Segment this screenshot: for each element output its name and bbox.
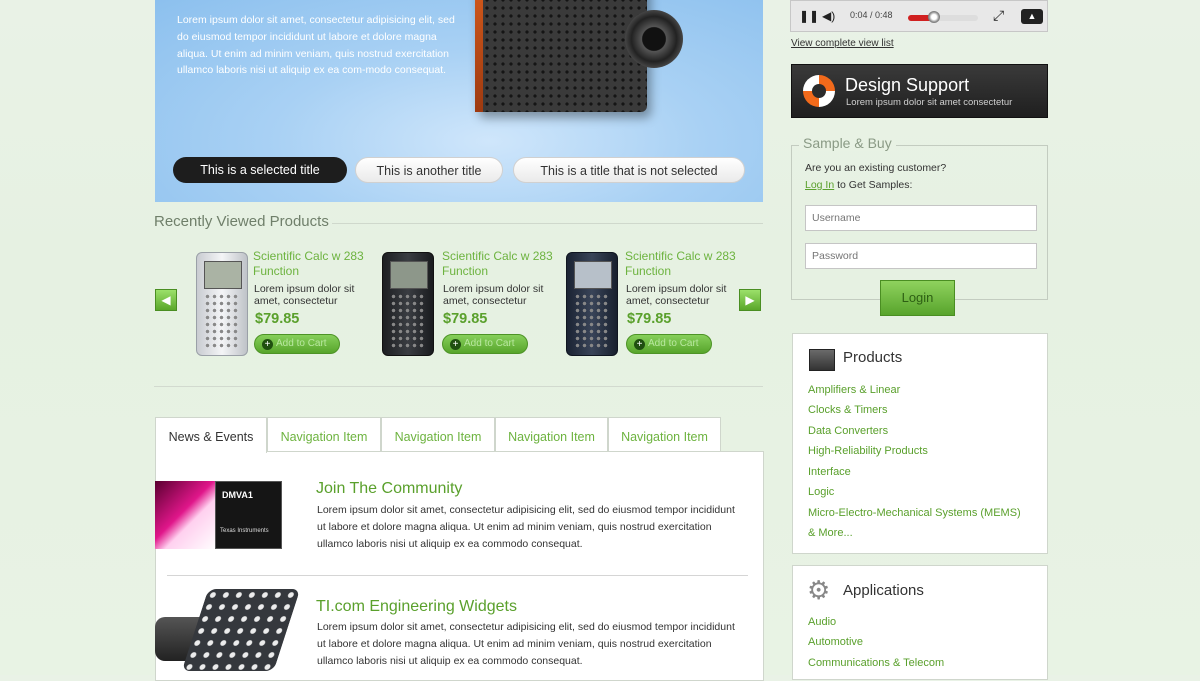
products-link[interactable]: Logic [808, 486, 834, 498]
applications-link[interactable]: Audio [808, 616, 836, 628]
divider [332, 223, 763, 224]
applications-card: ⚙ Applications Audio Automotive Communic… [792, 565, 1048, 680]
product-lens [625, 10, 683, 68]
products-link[interactable]: Interface [808, 466, 851, 478]
add-to-cart-label: Add to Cart [648, 338, 699, 349]
eject-icon[interactable]: ▲ [1021, 9, 1043, 24]
design-support-title: Design Support [845, 75, 970, 95]
products-link[interactable]: Data Converters [808, 425, 888, 437]
hero-tab-3[interactable]: This is a title that is not selected [513, 157, 745, 183]
product-description: Lorem ipsum dolor sit amet, consectetur [443, 283, 544, 307]
tab-navigation-item[interactable]: Navigation Item [495, 417, 608, 452]
lifebuoy-icon [803, 75, 835, 107]
recently-viewed-title: Recently Viewed Products [154, 213, 329, 230]
volume-icon[interactable]: ◀) [822, 9, 835, 23]
calc-keys [204, 293, 240, 349]
login-button[interactable]: Login [880, 280, 955, 316]
carousel-prev-button[interactable]: ◀ [155, 289, 177, 311]
section-divider [154, 386, 763, 387]
login-link[interactable]: Log In [805, 179, 834, 191]
pause-icon[interactable]: ❚❚ [799, 9, 819, 23]
chip-graphic: DMVA1 Texas Instruments [215, 481, 282, 549]
player-time: 0:04 / 0:48 [850, 10, 893, 20]
password-input[interactable] [805, 243, 1037, 269]
view-list-link[interactable]: View complete view list [791, 38, 894, 49]
add-to-cart-button[interactable]: + Add to Cart [254, 334, 340, 354]
add-to-cart-label: Add to Cart [276, 338, 327, 349]
products-link[interactable]: & More... [808, 527, 853, 539]
calc-keys [574, 293, 610, 349]
calc-screen [390, 261, 428, 289]
existing-customer-text: Are you an existing customer? [805, 162, 947, 174]
product-description: Lorem ipsum dolor sit amet, consectetur [254, 283, 355, 307]
product-price: $79.85 [443, 311, 488, 327]
news-image[interactable] [155, 587, 301, 673]
plus-icon: + [634, 339, 645, 350]
news-text: Lorem ipsum dolor sit amet, consectetur … [317, 504, 735, 550]
tab-navigation-item[interactable]: Navigation Item [267, 417, 381, 452]
design-support-banner[interactable]: Design Support Lorem ipsum dolor sit ame… [791, 64, 1048, 118]
product-image[interactable] [566, 252, 618, 356]
calc-screen [574, 261, 612, 289]
progress-handle[interactable] [928, 11, 940, 23]
product-name-link[interactable]: Scientific Calc w 283 Function [442, 249, 554, 279]
calc-screen [204, 261, 242, 289]
applications-link[interactable]: Communications & Telecom [808, 657, 944, 669]
chevron-right-icon: ▶ [745, 293, 755, 307]
calculator-graphic [181, 589, 301, 671]
ti-logo-text: Texas Instruments [220, 528, 269, 534]
news-image[interactable]: DMVA1 Texas Instruments [155, 481, 282, 549]
news-title-link[interactable]: Join The Community [316, 480, 462, 498]
progress-bar[interactable] [908, 15, 978, 21]
calc-keys [390, 293, 426, 349]
add-to-cart-label: Add to Cart [464, 338, 515, 349]
product-image[interactable] [196, 252, 248, 356]
chip-icon [809, 349, 835, 371]
design-support-subtitle: Lorem ipsum dolor sit amet consectetur [846, 97, 1013, 108]
video-player-controls: ❚❚ ◀) 0:04 / 0:48 ⤢ ▲ [790, 0, 1048, 32]
product-name-link[interactable]: Scientific Calc w 283 Function [253, 249, 365, 279]
fullscreen-icon[interactable]: ⤢ [993, 7, 1004, 24]
sample-buy-text: Are you an existing customer? Log In to … [805, 160, 946, 193]
news-divider [167, 575, 748, 576]
chevron-left-icon: ◀ [161, 293, 171, 307]
abstract-graphic [155, 481, 217, 549]
product-price: $79.85 [627, 311, 672, 327]
product-description: Lorem ipsum dolor sit amet, consectetur [626, 283, 727, 307]
hero-product-image [475, 0, 683, 112]
tab-news-events[interactable]: News & Events [155, 417, 267, 453]
gear-icon: ⚙ [807, 575, 831, 605]
hero-text: Lorem ipsum dolor sit amet, consectetur … [177, 14, 455, 77]
product-image[interactable] [382, 252, 434, 356]
applications-title: Applications [843, 582, 924, 599]
hero-banner: Lorem ipsum dolor sit amet, consectetur … [155, 0, 763, 202]
chip-label: DMVA1 [222, 490, 253, 500]
plus-icon: + [262, 339, 273, 350]
hero-tab-2[interactable]: This is another title [355, 157, 503, 183]
add-to-cart-button[interactable]: + Add to Cart [442, 334, 528, 354]
products-title: Products [843, 349, 903, 366]
news-title-link[interactable]: TI.com Engineering Widgets [316, 598, 517, 616]
product-edge [475, 0, 483, 112]
sample-buy-legend: Sample & Buy [799, 135, 896, 151]
carousel-next-button[interactable]: ▶ [739, 289, 761, 311]
product-name-link[interactable]: Scientific Calc w 283 Function [625, 249, 737, 279]
username-input[interactable] [805, 205, 1037, 231]
news-text: Lorem ipsum dolor sit amet, consectetur … [317, 621, 735, 667]
products-link[interactable]: Amplifiers & Linear [808, 384, 900, 396]
tab-navigation-item[interactable]: Navigation Item [381, 417, 495, 452]
tab-navigation-item[interactable]: Navigation Item [608, 417, 721, 452]
products-link[interactable]: High-Reliability Products [808, 445, 928, 457]
product-price: $79.85 [255, 311, 300, 327]
applications-link[interactable]: Automotive [808, 636, 863, 648]
products-link[interactable]: Micro-Electro-Mechanical Systems (MEMS) [808, 507, 1021, 519]
add-to-cart-button[interactable]: + Add to Cart [626, 334, 712, 354]
products-link[interactable]: Clocks & Timers [808, 404, 887, 416]
plus-icon: + [450, 339, 461, 350]
products-card: Products Amplifiers & Linear Clocks & Ti… [792, 333, 1048, 554]
hero-tab-1[interactable]: This is a selected title [173, 157, 347, 183]
get-samples-text: to Get Samples: [834, 178, 913, 191]
